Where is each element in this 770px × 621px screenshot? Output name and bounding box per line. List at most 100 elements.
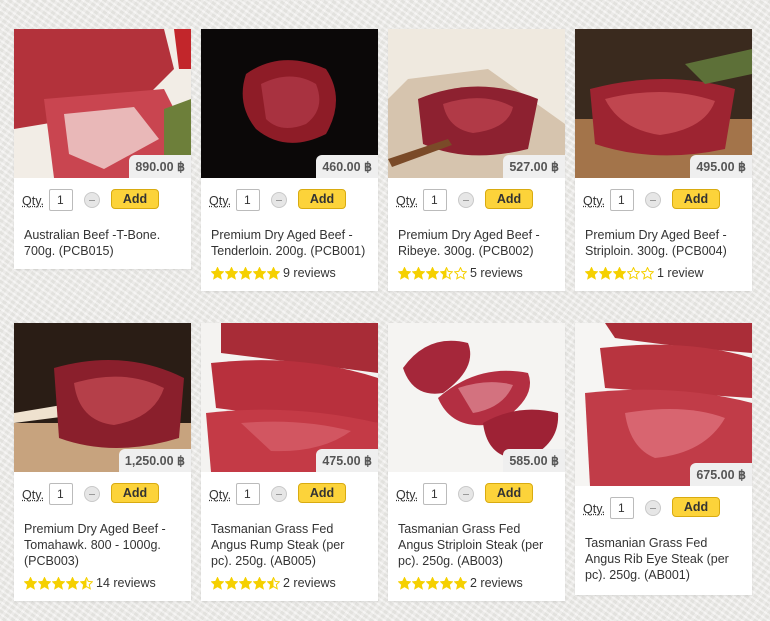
star-full-icon xyxy=(454,576,467,590)
star-full-icon xyxy=(267,266,280,280)
review-count: 2 reviews xyxy=(283,576,336,590)
product-title[interactable]: Premium Dry Aged Beef - Striploin. 300g.… xyxy=(575,222,752,265)
review-count: 5 reviews xyxy=(470,266,523,280)
decrease-quantity-button[interactable] xyxy=(271,192,287,208)
star-full-icon xyxy=(426,576,439,590)
star-full-icon xyxy=(398,266,411,280)
product-card: 585.00 ฿ Qty. 1 Add Tasmanian Grass Fed … xyxy=(388,323,565,601)
product-title[interactable]: Premium Dry Aged Beef - Tenderloin. 200g… xyxy=(201,222,378,265)
add-to-cart-button[interactable]: Add xyxy=(672,189,720,209)
decrease-quantity-button[interactable] xyxy=(645,192,661,208)
quantity-input[interactable]: 1 xyxy=(49,483,73,505)
add-to-cart-button[interactable]: Add xyxy=(111,483,159,503)
add-to-cart-button[interactable]: Add xyxy=(298,189,346,209)
product-title[interactable]: Tasmanian Grass Fed Angus Rib Eye Steak … xyxy=(575,530,752,589)
star-half-icon xyxy=(267,576,280,590)
rating[interactable]: 2 reviews xyxy=(388,575,565,601)
qty-label: Qty. xyxy=(396,194,418,208)
star-full-icon xyxy=(426,266,439,280)
star-full-icon xyxy=(225,266,238,280)
add-to-cart-button[interactable]: Add xyxy=(485,189,533,209)
product-title[interactable]: Tasmanian Grass Fed Angus Rump Steak (pe… xyxy=(201,516,378,575)
product-card: 675.00 ฿ Qty. 1 Add Tasmanian Grass Fed … xyxy=(575,323,752,595)
star-full-icon xyxy=(398,576,411,590)
star-rating xyxy=(211,266,280,280)
star-full-icon xyxy=(225,576,238,590)
qty-label: Qty. xyxy=(396,488,418,502)
rating[interactable]: 5 reviews xyxy=(388,265,565,291)
product-image[interactable]: 527.00 ฿ xyxy=(388,29,565,178)
product-image[interactable]: 495.00 ฿ xyxy=(575,29,752,178)
add-to-cart-button[interactable]: Add xyxy=(672,497,720,517)
product-title[interactable]: Premium Dry Aged Beef - Tomahawk. 800 - … xyxy=(14,516,191,575)
product-card: 475.00 ฿ Qty. 1 Add Tasmanian Grass Fed … xyxy=(201,323,378,601)
decrease-quantity-button[interactable] xyxy=(84,192,100,208)
star-empty-icon xyxy=(454,266,467,280)
star-empty-icon xyxy=(641,266,654,280)
quantity-input[interactable]: 1 xyxy=(49,189,73,211)
star-full-icon xyxy=(253,266,266,280)
decrease-quantity-button[interactable] xyxy=(84,486,100,502)
price-tag: 475.00 ฿ xyxy=(316,449,378,472)
qty-label: Qty. xyxy=(209,488,231,502)
star-empty-icon xyxy=(627,266,640,280)
star-rating xyxy=(211,576,280,590)
price-tag: 460.00 ฿ xyxy=(316,155,378,178)
star-rating xyxy=(398,576,467,590)
product-card: 527.00 ฿ Qty. 1 Add Premium Dry Aged Bee… xyxy=(388,29,565,291)
decrease-quantity-button[interactable] xyxy=(271,486,287,502)
star-full-icon xyxy=(52,576,65,590)
product-title[interactable]: Australian Beef -T-Bone. 700g. (PCB015) xyxy=(14,222,191,265)
qty-label: Qty. xyxy=(583,502,605,516)
star-full-icon xyxy=(412,576,425,590)
rating[interactable]: 1 review xyxy=(575,265,752,291)
qty-label: Qty. xyxy=(22,488,44,502)
product-image[interactable]: 475.00 ฿ xyxy=(201,323,378,472)
price-tag: 890.00 ฿ xyxy=(129,155,191,178)
quantity-row: Qty. 1 Add xyxy=(201,472,378,516)
quantity-input[interactable]: 1 xyxy=(236,189,260,211)
review-count: 14 reviews xyxy=(96,576,156,590)
quantity-row: Qty. 1 Add xyxy=(388,178,565,222)
price-tag: 527.00 ฿ xyxy=(503,155,565,178)
price-tag: 675.00 ฿ xyxy=(690,463,752,486)
star-full-icon xyxy=(38,576,51,590)
add-to-cart-button[interactable]: Add xyxy=(485,483,533,503)
add-to-cart-button[interactable]: Add xyxy=(298,483,346,503)
star-full-icon xyxy=(599,266,612,280)
product-card: 1,250.00 ฿ Qty. 1 Add Premium Dry Aged B… xyxy=(14,323,191,601)
quantity-input[interactable]: 1 xyxy=(610,497,634,519)
quantity-row: Qty. 1 Add xyxy=(14,472,191,516)
quantity-input[interactable]: 1 xyxy=(610,189,634,211)
review-count: 9 reviews xyxy=(283,266,336,280)
star-rating xyxy=(398,266,467,280)
quantity-input[interactable]: 1 xyxy=(423,189,447,211)
decrease-quantity-button[interactable] xyxy=(645,500,661,516)
star-full-icon xyxy=(66,576,79,590)
product-image[interactable]: 1,250.00 ฿ xyxy=(14,323,191,472)
rating[interactable]: 14 reviews xyxy=(14,575,191,601)
star-rating xyxy=(24,576,93,590)
star-full-icon xyxy=(585,266,598,280)
star-full-icon xyxy=(24,576,37,590)
add-to-cart-button[interactable]: Add xyxy=(111,189,159,209)
star-full-icon xyxy=(211,266,224,280)
rating[interactable]: 2 reviews xyxy=(201,575,378,601)
decrease-quantity-button[interactable] xyxy=(458,486,474,502)
price-tag: 495.00 ฿ xyxy=(690,155,752,178)
product-image[interactable]: 675.00 ฿ xyxy=(575,323,752,486)
quantity-input[interactable]: 1 xyxy=(423,483,447,505)
star-full-icon xyxy=(412,266,425,280)
star-full-icon xyxy=(253,576,266,590)
qty-label: Qty. xyxy=(22,194,44,208)
product-card: 460.00 ฿ Qty. 1 Add Premium Dry Aged Bee… xyxy=(201,29,378,291)
star-full-icon xyxy=(239,576,252,590)
product-image[interactable]: 460.00 ฿ xyxy=(201,29,378,178)
product-title[interactable]: Tasmanian Grass Fed Angus Striploin Stea… xyxy=(388,516,565,575)
product-title[interactable]: Premium Dry Aged Beef - Ribeye. 300g. (P… xyxy=(388,222,565,265)
quantity-input[interactable]: 1 xyxy=(236,483,260,505)
rating[interactable]: 9 reviews xyxy=(201,265,378,291)
product-image[interactable]: 585.00 ฿ xyxy=(388,323,565,472)
product-image[interactable]: 890.00 ฿ xyxy=(14,29,191,178)
decrease-quantity-button[interactable] xyxy=(458,192,474,208)
